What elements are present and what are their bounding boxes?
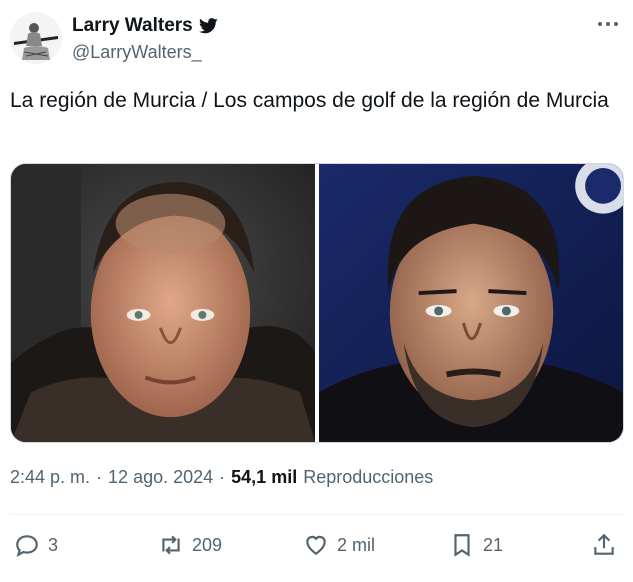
action-bar: 3 209 2 mil 21 [0, 524, 633, 566]
more-dot [598, 22, 602, 26]
twitter-bird-icon [198, 18, 218, 34]
tweet-meta: 2:44 p. m. · 12 ago. 2024 · 54,1 mil Rep… [10, 467, 433, 488]
share-icon [594, 533, 614, 555]
tweet-date[interactable]: 12 ago. 2024 [108, 467, 213, 488]
bookmark-button[interactable]: 21 [449, 524, 503, 566]
meta-separator: · [96, 467, 103, 487]
reply-icon [16, 535, 38, 557]
man-portrait-balding-image [11, 164, 315, 442]
photo-left[interactable] [11, 164, 315, 442]
reply-count: 3 [48, 534, 59, 555]
repost-icon [162, 535, 180, 555]
more-dot [606, 22, 610, 26]
bookmark-count: 21 [483, 534, 504, 555]
views-label: Reproducciones [303, 467, 434, 487]
media-grid [10, 163, 624, 443]
reply-button[interactable]: 3 [14, 524, 58, 566]
like-button[interactable]: 2 mil [303, 524, 375, 566]
meta-separator: · [219, 467, 226, 487]
man-portrait-full-hair-image [319, 164, 623, 442]
tweet-time[interactable]: 2:44 p. m. [10, 467, 90, 488]
author-handle[interactable]: @LarryWalters_ [72, 42, 202, 63]
repost-count: 209 [192, 534, 223, 555]
tweet: Larry Walters @LarryWalters_ La región d… [0, 0, 633, 582]
heart-icon [306, 535, 326, 555]
author-name-row[interactable]: Larry Walters [72, 15, 218, 37]
bookmark-icon [454, 534, 470, 557]
divider [10, 514, 623, 515]
avatar[interactable] [10, 12, 62, 64]
like-count: 2 mil [337, 534, 376, 555]
repost-button[interactable]: 209 [158, 524, 222, 566]
more-icon[interactable] [595, 14, 621, 34]
more-dot [614, 22, 618, 26]
avatar-image [10, 12, 62, 64]
author-display-name[interactable]: Larry Walters [72, 15, 193, 37]
views-count: 54,1 mil [231, 467, 298, 487]
tweet-text: La región de Murcia / Los campos de golf… [10, 89, 609, 112]
share-button[interactable] [591, 524, 617, 566]
photo-right[interactable] [319, 164, 623, 442]
